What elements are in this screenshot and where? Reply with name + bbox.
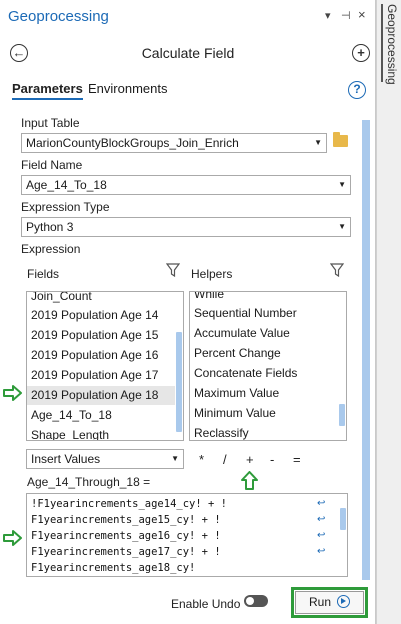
field-name-label: Field Name [21, 158, 83, 172]
fields-scrollbar[interactable] [176, 332, 182, 432]
field-item[interactable]: 2019 Population Age 17 [31, 368, 158, 382]
add-operator[interactable]: + [246, 452, 254, 467]
field-name-value: Age_14_To_18 [26, 178, 107, 192]
helper-item[interactable]: Percent Change [194, 346, 281, 360]
input-table-dropdown[interactable]: MarionCountyBlockGroups_Join_Enrich ▼ [21, 133, 327, 153]
browse-folder-icon[interactable] [333, 132, 348, 147]
expression-scrollbar[interactable] [340, 508, 346, 530]
line-wrap-icon: ↩ [317, 514, 326, 525]
filter-icon[interactable] [166, 263, 180, 277]
subtract-operator[interactable]: - [270, 452, 274, 467]
fields-list[interactable]: Join_Count 2019 Population Age 14 2019 P… [26, 291, 184, 441]
helpers-scrollbar[interactable] [339, 404, 345, 426]
field-item[interactable]: 2019 Population Age 15 [31, 328, 158, 342]
pane-scrollbar[interactable] [362, 120, 370, 580]
add-button[interactable]: + [352, 44, 370, 62]
tab-environments[interactable]: Environments [88, 81, 167, 96]
expression-type-value: Python 3 [26, 220, 74, 234]
green-arrow-right-icon [3, 530, 22, 546]
input-table-label: Input Table [21, 116, 80, 130]
run-button-label: Run [308, 595, 331, 609]
expression-line: !F1yearincrements_age14_cy! + ! [31, 498, 227, 510]
insert-values-dropdown[interactable]: Insert Values ▼ [26, 449, 184, 469]
geoprocessing-pane: Geoprocessing ▾ ⊣ × ← Calculate Field + … [0, 0, 376, 624]
field-name-dropdown[interactable]: Age_14_To_18 ▼ [21, 175, 351, 195]
expression-line: F1yearincrements_age18_cy! [31, 562, 196, 574]
expression-line: F1yearincrements_age15_cy! + ! [31, 514, 221, 526]
helper-item[interactable]: Reclassify [194, 426, 249, 440]
close-icon[interactable]: × [358, 7, 366, 22]
pane-options-icon[interactable]: ▾ [325, 9, 331, 22]
divide-operator[interactable]: / [223, 452, 227, 467]
field-item[interactable]: 2019 Population Age 16 [31, 348, 158, 362]
field-item[interactable]: Age_14_To_18 [31, 408, 112, 422]
expression-type-dropdown[interactable]: Python 3 ▼ [21, 217, 351, 237]
chevron-down-icon: ▼ [338, 180, 346, 189]
help-icon[interactable]: ? [348, 81, 366, 99]
toggle-knob [246, 597, 254, 605]
expression-line: F1yearincrements_age17_cy! + ! [31, 546, 221, 558]
helper-item[interactable]: Accumulate Value [194, 326, 290, 340]
side-tab-label: Geoprocessing [381, 4, 399, 85]
helper-item[interactable]: Maximum Value [194, 386, 279, 400]
tool-title: Calculate Field [141, 45, 235, 61]
helper-item[interactable]: Sequential Number [194, 306, 297, 320]
helpers-label: Helpers [191, 267, 233, 281]
field-item-selected[interactable]: 2019 Population Age 18 [27, 386, 175, 405]
chevron-down-icon: ▼ [171, 454, 179, 463]
enable-undo-label: Enable Undo [171, 597, 241, 611]
fields-label: Fields [27, 267, 60, 281]
field-item[interactable]: Join_Count [31, 292, 92, 303]
pane-title-bar: Geoprocessing ▾ ⊣ × [0, 0, 376, 34]
field-item[interactable]: 2019 Population Age 14 [31, 308, 158, 322]
pin-icon[interactable]: ⊣ [341, 9, 351, 22]
expression-editor[interactable]: !F1yearincrements_age14_cy! + ! F1yearin… [26, 493, 348, 577]
green-arrow-up-icon [241, 471, 258, 490]
tab-parameters[interactable]: Parameters [12, 81, 83, 100]
helper-item[interactable]: Minimum Value [194, 406, 276, 420]
enable-undo-toggle[interactable] [244, 595, 268, 607]
field-item[interactable]: Shape_Length [31, 428, 109, 440]
line-wrap-icon: ↩ [317, 498, 326, 509]
insert-values-value: Insert Values [31, 452, 101, 466]
expression-field-label: Age_14_Through_18 = [27, 475, 151, 489]
play-icon [337, 595, 350, 608]
multiply-operator[interactable]: * [199, 452, 204, 467]
helpers-list[interactable]: While Sequential Number Accumulate Value… [189, 291, 347, 441]
line-wrap-icon: ↩ [317, 546, 326, 557]
chevron-down-icon: ▼ [314, 138, 322, 147]
expression-type-label: Expression Type [21, 200, 110, 214]
helper-item[interactable]: Concatenate Fields [194, 366, 297, 380]
expression-label: Expression [21, 242, 81, 256]
run-button[interactable]: Run [295, 591, 364, 614]
helper-item[interactable]: While [194, 292, 224, 301]
green-arrow-right-icon [3, 385, 22, 401]
expression-line: F1yearincrements_age16_cy! + ! [31, 530, 221, 542]
plus-icon: + [357, 45, 365, 60]
line-wrap-icon: ↩ [317, 530, 326, 541]
equals-operator[interactable]: = [293, 452, 301, 467]
filter-icon[interactable] [330, 263, 344, 277]
pane-title: Geoprocessing [8, 8, 109, 25]
side-tab-geoprocessing[interactable]: Geoprocessing [376, 0, 401, 624]
input-table-value: MarionCountyBlockGroups_Join_Enrich [26, 136, 239, 150]
chevron-down-icon: ▼ [338, 222, 346, 231]
